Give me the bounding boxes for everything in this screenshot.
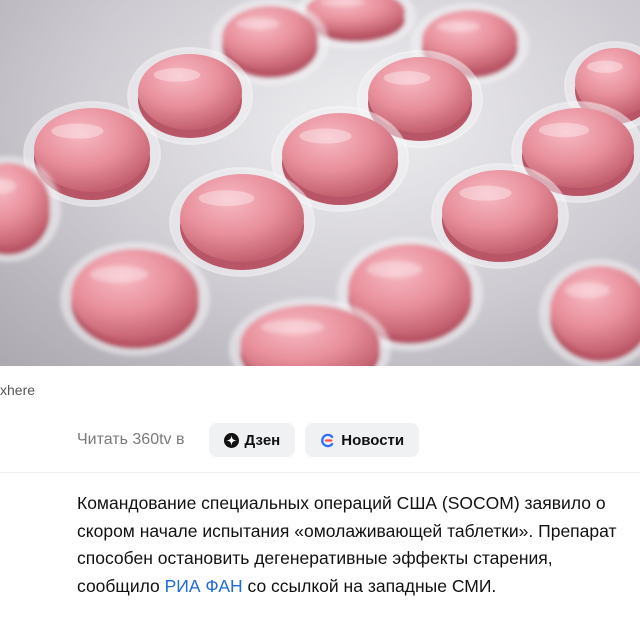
dzen-icon (223, 432, 239, 448)
article-text-end: со ссылкой на западные СМИ. (242, 575, 497, 596)
photo-caption: xhere (0, 382, 36, 398)
divider (0, 472, 640, 473)
read-in-label: Читать 360tv в (77, 431, 185, 448)
news-icon (321, 433, 334, 447)
article-paragraph: Командование специальных операций США (S… (77, 490, 629, 600)
tablet (169, 167, 315, 277)
dzen-button-label: Дзен (244, 431, 281, 449)
source-link[interactable]: РИА ФАН (165, 576, 243, 596)
read-in-row: Читать 360tv в Дзен Новости (77, 422, 420, 458)
tablet (60, 242, 210, 356)
pills-illustration (0, 0, 640, 366)
dzen-button[interactable]: Дзен (208, 423, 296, 457)
news-button-label: Новости (341, 431, 405, 449)
news-button[interactable]: Новости (305, 423, 420, 457)
article-photo (0, 0, 640, 366)
